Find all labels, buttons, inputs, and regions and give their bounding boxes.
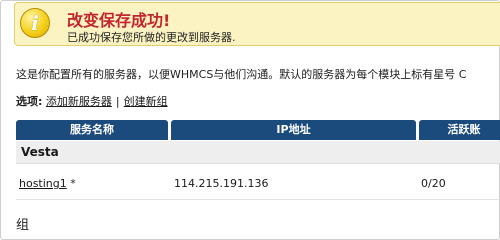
create-group-link[interactable]: 创建新组 [124,95,168,108]
table-row-name-cell: hosting1 * [19,177,76,190]
server-group-name: Vesta [21,145,59,159]
success-title: 改变保存成功! [67,11,171,30]
options-separator: | [115,95,120,108]
page-description: 这是你配置所有的服务器，以便WHMCS与他们沟通。默认的服务器为每个模块上标有星… [16,68,467,81]
options-label: 选项: [16,95,43,108]
column-header-ip-address[interactable]: IP地址 [171,120,416,140]
column-header-server-name[interactable]: 服务名称 [16,120,168,140]
info-icon: i [20,8,50,38]
server-group-row: Vesta [16,141,500,164]
server-ip-address: 114.215.191.136 [174,177,269,190]
add-server-link[interactable]: 添加新服务器 [46,95,112,108]
success-message: 已成功保存您所做的更改到服务器. [67,31,236,44]
row-divider [16,199,500,200]
default-server-marker: * [70,177,76,190]
options-bar: 选项: 添加新服务器 | 创建新组 [16,93,168,109]
server-name-link[interactable]: hosting1 [19,177,67,190]
group-section-label: 组 [16,218,30,233]
column-header-active-accounts[interactable]: 活跃账 [419,120,500,140]
server-active-accounts: 0/20 [421,177,446,190]
success-message-box: i 改变保存成功! 已成功保存您所做的更改到服务器. [14,2,500,46]
